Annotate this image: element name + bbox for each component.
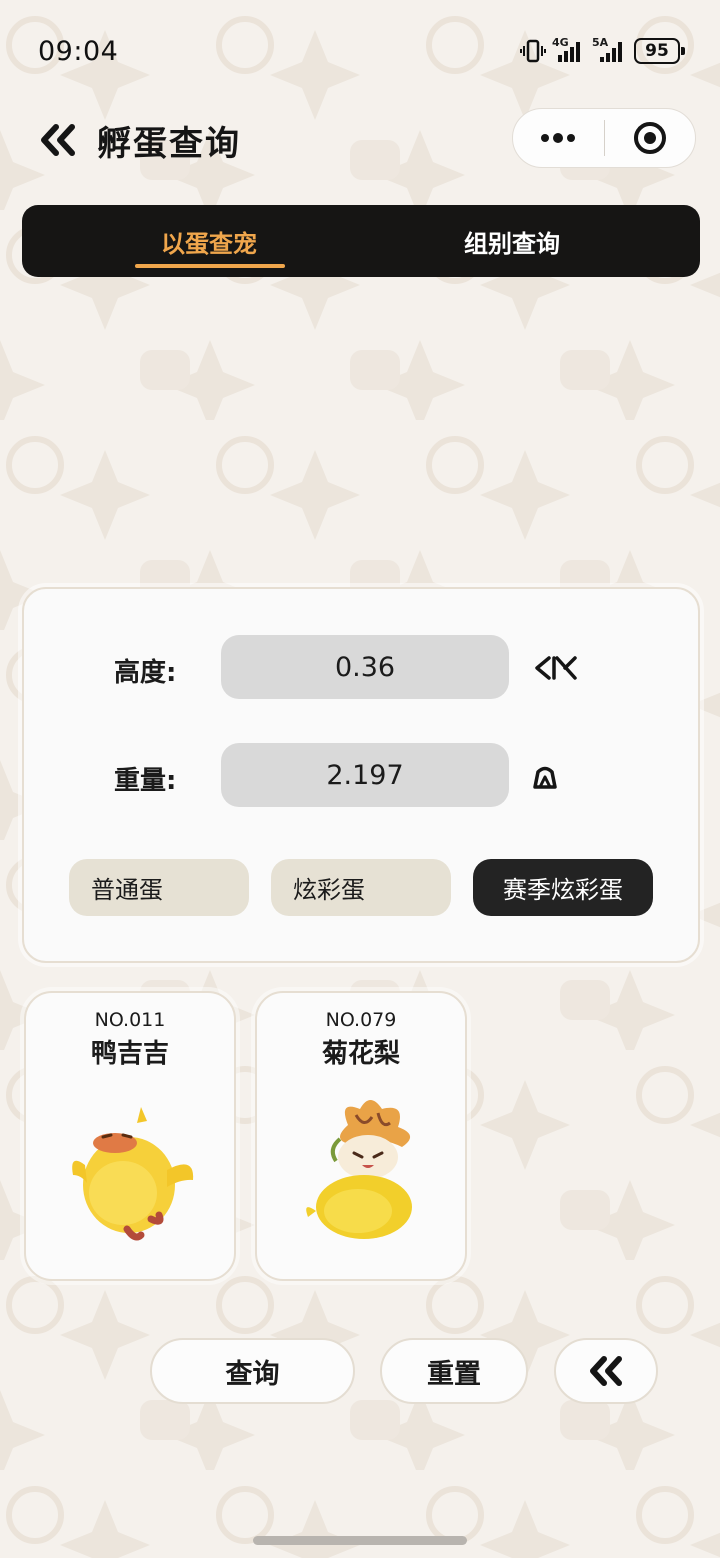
signal-icon xyxy=(558,42,580,62)
target-circle-icon xyxy=(633,122,666,154)
pet-number: NO.011 xyxy=(94,1009,166,1031)
egg-type-season-shiny-button[interactable]: 赛季炫彩蛋 xyxy=(473,859,653,916)
signal-group-5a: 5A xyxy=(592,36,628,64)
signal-icon xyxy=(600,42,622,62)
height-ruler-icon xyxy=(532,653,580,683)
query-button[interactable]: 查询 xyxy=(150,1338,355,1404)
pet-name: 菊花梨 xyxy=(321,1039,400,1069)
flower-pear-pet-icon xyxy=(306,1100,412,1239)
weight-label: 重量: xyxy=(114,766,177,796)
close-mini-program-button[interactable] xyxy=(605,109,696,167)
battery-icon: 95 xyxy=(634,38,685,64)
more-dots-icon xyxy=(541,133,576,143)
battery-level: 95 xyxy=(645,41,669,61)
double-chevron-left-icon xyxy=(590,1356,622,1386)
home-indicator[interactable] xyxy=(253,1536,467,1545)
status-bar: 09:04 4G 5A 95 xyxy=(0,0,720,100)
reset-button[interactable]: 重置 xyxy=(380,1338,528,1404)
pet-number: NO.079 xyxy=(325,1009,397,1031)
pet-result-card[interactable]: NO.079 菊花梨 xyxy=(255,991,467,1281)
page-title: 孵蛋查询 xyxy=(97,124,241,164)
back-button[interactable] xyxy=(34,118,82,162)
tab-group-query[interactable]: 组别查询 xyxy=(437,205,587,277)
weight-input[interactable]: 2.197 xyxy=(221,743,509,807)
query-form-card: 高度: 0.36 重量: 2.197 普通蛋 炫彩蛋 赛季炫彩蛋 xyxy=(22,587,700,963)
status-time: 09:04 xyxy=(38,36,119,67)
pet-name: 鸭吉吉 xyxy=(90,1039,169,1069)
egg-type-normal-button[interactable]: 普通蛋 xyxy=(69,859,249,916)
height-label: 高度: xyxy=(114,658,177,688)
header: 孵蛋查询 xyxy=(0,100,720,180)
tab-bar: 以蛋查宠 组别查询 xyxy=(22,205,700,277)
vibrate-icon xyxy=(520,39,546,63)
mini-program-capsule xyxy=(512,108,696,168)
egg-type-shiny-button[interactable]: 炫彩蛋 xyxy=(271,859,451,916)
collapse-button[interactable] xyxy=(554,1338,658,1404)
active-tab-indicator xyxy=(135,264,285,268)
yellow-duck-pet-icon xyxy=(72,1107,194,1241)
signal-group-4g: 4G xyxy=(552,36,586,64)
status-icons: 4G 5A 95 xyxy=(520,36,685,64)
double-chevron-left-icon xyxy=(41,124,75,156)
height-input[interactable]: 0.36 xyxy=(221,635,509,699)
weight-icon xyxy=(530,763,560,791)
more-menu-button[interactable] xyxy=(513,109,604,167)
pet-result-card[interactable]: NO.011 鸭吉吉 xyxy=(24,991,236,1281)
